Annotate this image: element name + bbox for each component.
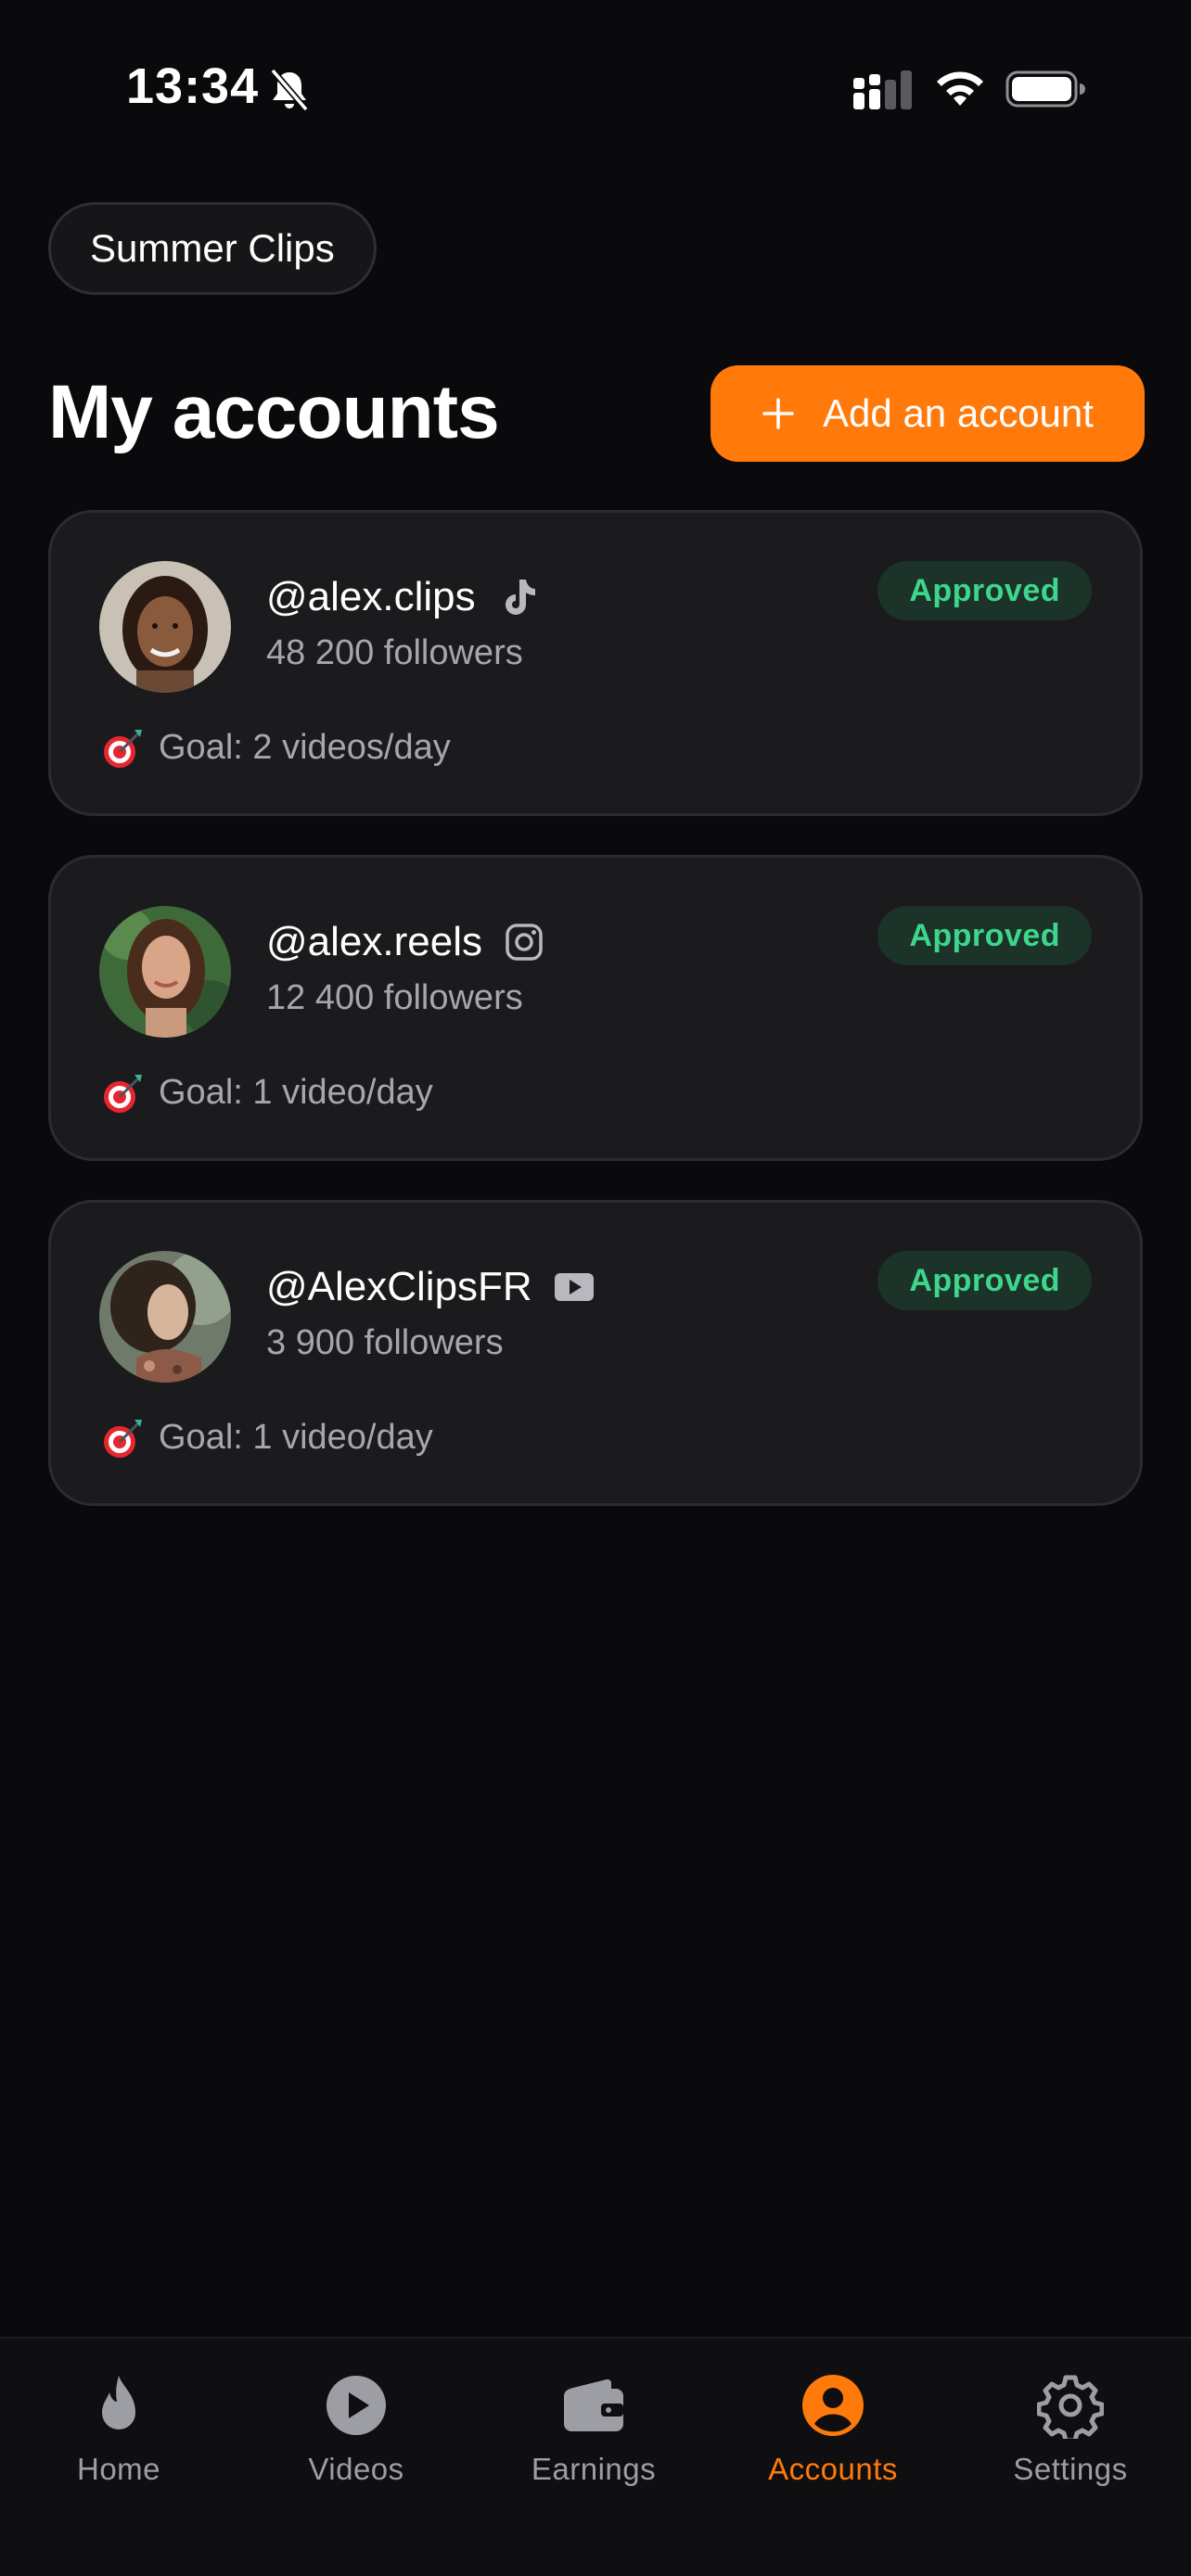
goal-row: Goal: 1 video/day xyxy=(99,1414,433,1460)
plus-icon xyxy=(762,398,794,429)
avatar xyxy=(99,1251,231,1383)
cellular-signal-icon xyxy=(853,70,912,109)
goal-row: Goal: 2 videos/day xyxy=(99,724,451,771)
status-bar: 13:34 xyxy=(0,0,1191,176)
account-handle: @alex.reels xyxy=(266,919,482,964)
target-icon xyxy=(104,730,142,768)
wifi-icon xyxy=(937,71,983,106)
tab-label: Accounts xyxy=(768,2452,898,2486)
goal-row: Goal: 1 video/day xyxy=(99,1069,433,1116)
page-title: My accounts xyxy=(48,370,500,454)
flame-icon xyxy=(102,2376,135,2429)
status-time: 13:34 xyxy=(126,58,260,114)
tab-label: Settings xyxy=(1013,2452,1128,2486)
status-badge: Approved xyxy=(877,906,1092,965)
youtube-icon xyxy=(554,1273,594,1301)
gear-icon xyxy=(1037,2375,1104,2439)
followers-count: 48 200 followers xyxy=(266,633,523,672)
account-handle: @alex.clips xyxy=(266,574,476,619)
account-card[interactable]: @alex.reels 12 400 followers Approved Go… xyxy=(48,855,1143,1161)
handle-row: @alex.reels xyxy=(266,919,545,965)
followers-count: 12 400 followers xyxy=(266,978,523,1017)
add-account-button[interactable]: Add an account xyxy=(711,365,1145,462)
handle-row: @alex.clips xyxy=(266,574,539,620)
tab-videos[interactable]: Videos xyxy=(245,2359,467,2498)
campaign-selector[interactable]: Summer Clips xyxy=(48,202,377,295)
accounts-screen: 13:34 Summer Clips My accounts Add an ac… xyxy=(0,0,1191,2576)
tab-home[interactable]: Home xyxy=(7,2359,230,2498)
instagram-icon xyxy=(506,924,543,961)
tiktok-icon xyxy=(505,580,535,615)
account-handle: @AlexClipsFR xyxy=(266,1264,532,1309)
user-circle-icon xyxy=(802,2375,864,2436)
tab-label: Home xyxy=(76,2452,161,2486)
target-icon xyxy=(104,1420,142,1458)
battery-icon xyxy=(1005,70,1085,108)
target-icon xyxy=(104,1075,142,1113)
tab-label: Videos xyxy=(308,2452,404,2486)
goal-text: Goal: 1 video/day xyxy=(159,1072,433,1112)
tab-accounts[interactable]: Accounts xyxy=(722,2359,944,2498)
add-account-label: Add an account xyxy=(823,391,1094,435)
bell-slash-icon xyxy=(270,68,309,112)
account-card[interactable]: @alex.clips 48 200 followers Approved Go… xyxy=(48,510,1143,816)
avatar xyxy=(99,906,231,1038)
goal-text: Goal: 2 videos/day xyxy=(159,727,451,767)
play-circle-icon xyxy=(327,2376,386,2435)
status-badge: Approved xyxy=(877,1251,1092,1310)
account-card[interactable]: @AlexClipsFR 3 900 followers Approved Go… xyxy=(48,1200,1143,1506)
wallet-icon xyxy=(564,2378,623,2431)
goal-text: Goal: 1 video/day xyxy=(159,1417,433,1457)
followers-count: 3 900 followers xyxy=(266,1323,504,1362)
tab-settings[interactable]: Settings xyxy=(959,2359,1182,2498)
tab-label: Earnings xyxy=(531,2452,657,2486)
status-badge: Approved xyxy=(877,561,1092,620)
avatar xyxy=(99,561,231,693)
tab-bar: Home Videos Earnings Accounts Settings xyxy=(0,2337,1191,2576)
handle-row: @AlexClipsFR xyxy=(266,1264,596,1310)
tab-earnings[interactable]: Earnings xyxy=(482,2359,705,2498)
